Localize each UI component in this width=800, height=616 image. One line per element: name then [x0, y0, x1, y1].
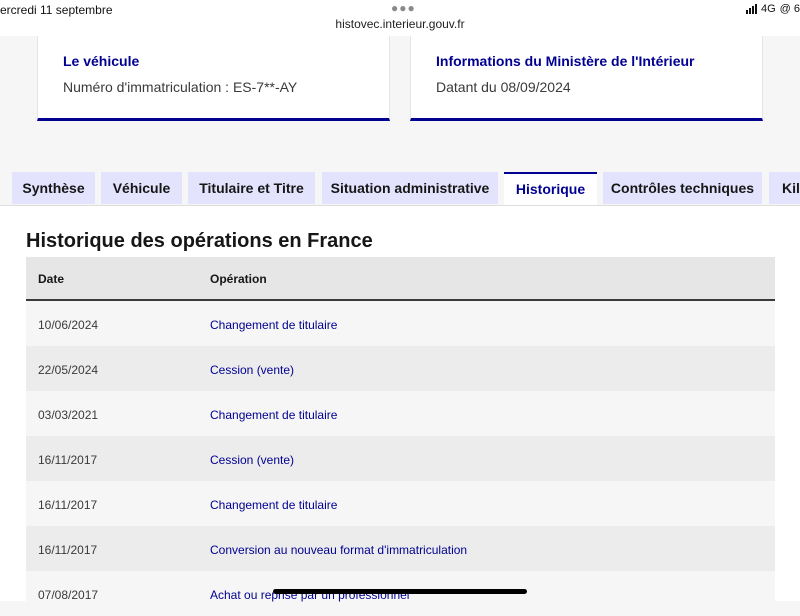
vehicle-card-title: Le véhicule [63, 53, 140, 69]
table-row: 16/11/2017 Cession (vente) [26, 436, 775, 481]
tab-kilometrage[interactable]: Kilométrage [769, 172, 800, 204]
network-type: 4G [760, 3, 776, 15]
table-row: 03/03/2021 Changement de titulaire [26, 391, 775, 436]
home-indicator[interactable] [273, 589, 527, 594]
table-header: Date Opération [26, 257, 775, 301]
tab-historique[interactable]: Historique [504, 172, 597, 206]
tab-situation-administrative[interactable]: Situation administrative [322, 172, 498, 204]
data-date: Datant du 08/09/2024 [436, 79, 571, 95]
table-row: 16/11/2017 Changement de titulaire [26, 481, 775, 526]
table-row: 22/05/2024 Cession (vente) [26, 346, 775, 391]
ministry-card-title: Informations du Ministère de l'Intérieur [436, 53, 695, 69]
info-cards: Le véhicule Numéro d'immatriculation : E… [0, 36, 800, 166]
operations-table: Date Opération 10/06/2024 Changement de … [26, 257, 775, 616]
table-row: 16/11/2017 Conversion au nouveau format … [26, 526, 775, 571]
row-date: 22/05/2024 [38, 363, 99, 377]
row-date: 03/03/2021 [38, 408, 99, 422]
tab-controles-techniques[interactable]: Contrôles techniques [603, 172, 762, 204]
row-operation-link[interactable]: Conversion au nouveau format d'immatricu… [210, 543, 467, 557]
column-header-date: Date [38, 272, 65, 286]
row-operation-link[interactable]: Changement de titulaire [210, 408, 337, 422]
tab-bar: Synthèse Véhicule Titulaire et Titre Sit… [0, 172, 800, 206]
row-date: 10/06/2024 [38, 318, 99, 332]
row-date: 16/11/2017 [38, 543, 98, 557]
vehicle-card: Le véhicule Numéro d'immatriculation : E… [37, 36, 390, 121]
address-bar-url[interactable]: histovec.interieur.gouv.fr [0, 17, 800, 31]
table-body: 10/06/2024 Changement de titulaire 22/05… [26, 301, 775, 616]
signal-strength-icon [745, 4, 757, 14]
row-date: 16/11/2017 [38, 498, 98, 512]
row-operation-link[interactable]: Cession (vente) [210, 363, 294, 377]
tab-vehicule[interactable]: Véhicule [101, 172, 182, 204]
tab-synthese[interactable]: Synthèse [12, 172, 95, 204]
row-operation-link[interactable]: Cession (vente) [210, 453, 294, 467]
row-date: 16/11/2017 [38, 453, 98, 467]
status-extra: @ 6 [779, 3, 800, 15]
ministry-card: Informations du Ministère de l'Intérieur… [410, 36, 763, 121]
history-panel: Historique des opérations en France Date… [0, 205, 800, 616]
column-header-operation: Opération [210, 272, 267, 286]
tab-titulaire-et-titre[interactable]: Titulaire et Titre [188, 172, 315, 204]
status-indicators: 4G @ 6 [745, 3, 800, 15]
more-dots-icon[interactable]: ●●● [391, 1, 416, 15]
section-title: Historique des opérations en France [26, 230, 373, 252]
table-row: 10/06/2024 Changement de titulaire [26, 301, 775, 346]
registration-number: Numéro d'immatriculation : ES-7**-AY [63, 79, 298, 95]
browser-status-bar: ercredi 11 septembre ●●● histovec.interi… [0, 0, 800, 37]
status-date: ercredi 11 septembre [0, 3, 113, 17]
row-operation-link[interactable]: Changement de titulaire [210, 498, 337, 512]
row-operation-link[interactable]: Changement de titulaire [210, 318, 337, 332]
